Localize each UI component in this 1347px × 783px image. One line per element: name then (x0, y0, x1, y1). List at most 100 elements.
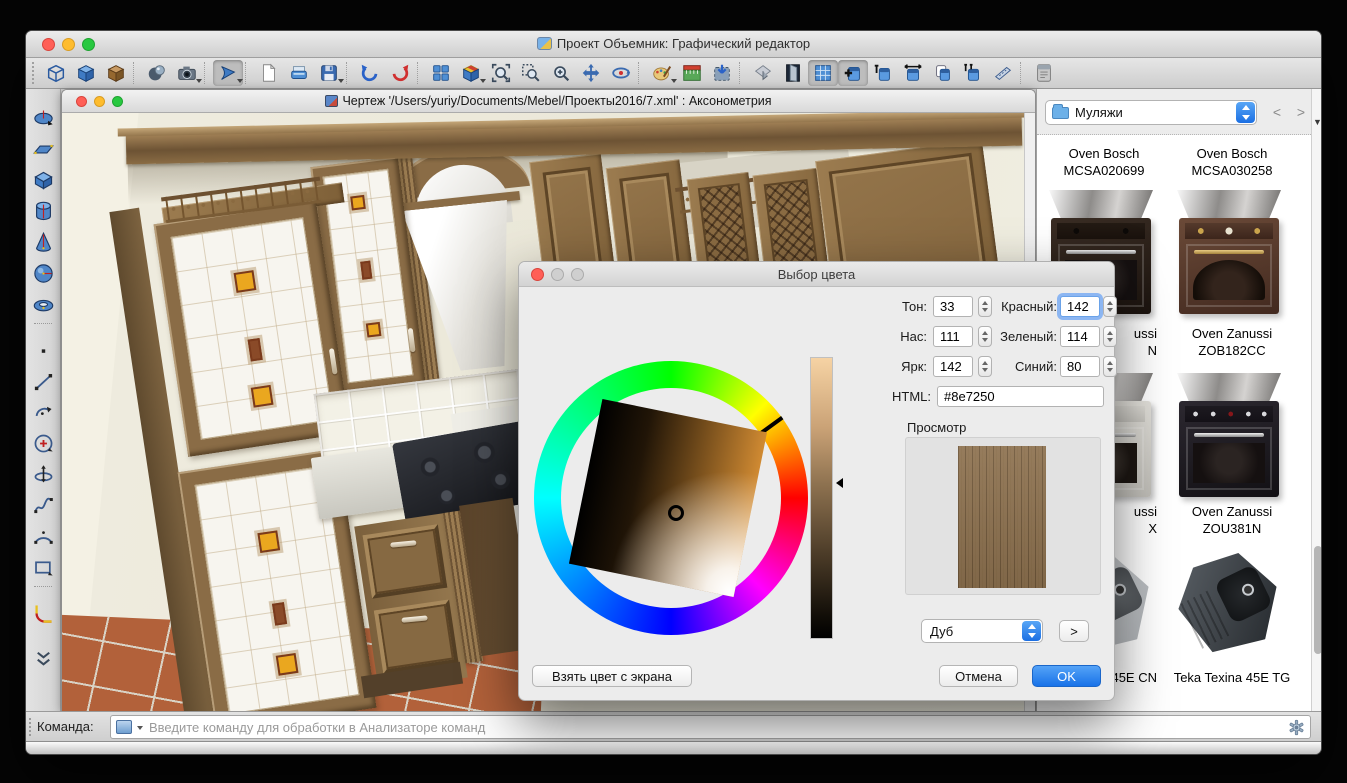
app-titlebar[interactable]: Проект Объемник: Графический редактор (26, 31, 1321, 58)
document-titlebar[interactable]: Чертеж '/Users/yuriy/Documents/Mebel/Про… (62, 90, 1035, 113)
command-history-icon[interactable] (116, 720, 132, 734)
more-tools-button[interactable] (28, 643, 58, 674)
toolbar-button-walk-view[interactable] (213, 60, 243, 86)
hue-stepper[interactable] (978, 296, 992, 317)
brightness-stepper[interactable] (978, 356, 992, 377)
tool-cone[interactable] (28, 227, 58, 258)
toolbar-button-cabinet-width[interactable] (898, 60, 928, 86)
toolbar-button-cabinet-measure[interactable] (988, 60, 1018, 86)
tool-polyline[interactable] (28, 490, 58, 521)
toolbar-button-pan[interactable] (576, 60, 606, 86)
sphere-icon (32, 262, 55, 285)
toolbar-button-paint-material[interactable] (647, 60, 677, 86)
toolbar-button-copy-cabinet[interactable] (928, 60, 958, 86)
document-title: Чертеж '/Users/yuriy/Documents/Mebel/Про… (62, 94, 1035, 108)
toolbar-button-cabinet-group[interactable] (958, 60, 988, 86)
tool-arc[interactable] (28, 521, 58, 552)
toolbar-button-zoom-in[interactable] (546, 60, 576, 86)
catalog-item-label[interactable]: Oven ZanussiZOU381N (1167, 503, 1297, 537)
saturation-stepper[interactable] (978, 326, 992, 347)
ok-button[interactable]: OK (1032, 665, 1101, 687)
product-image[interactable] (1169, 367, 1291, 505)
app-icon (537, 37, 552, 50)
html-input[interactable]: #8e7250 (937, 386, 1104, 407)
tool-circle-axis[interactable] (28, 428, 58, 459)
chevron-down-icon[interactable] (137, 726, 143, 730)
save-document-icon (318, 62, 340, 84)
tool-ellipse-disc[interactable] (28, 103, 58, 134)
tool-torus[interactable] (28, 289, 58, 320)
tool-ellipse-axis[interactable] (28, 459, 58, 490)
tool-fillet[interactable] (28, 598, 58, 629)
toolbar-button-undo[interactable] (355, 60, 385, 86)
brightness-input[interactable]: 142 (933, 356, 973, 377)
tool-prism[interactable] (28, 134, 58, 165)
material-more-button[interactable]: > (1059, 620, 1089, 642)
toolbar-button-textured-cube[interactable] (101, 60, 131, 86)
toolbar-button-new-document[interactable] (254, 60, 284, 86)
catalog-item-label[interactable]: Oven ZanussiZOB182CC (1167, 325, 1297, 359)
panel-collapse-button[interactable]: ▼ (1313, 117, 1322, 127)
material-select[interactable]: Дуб (921, 619, 1043, 643)
tool-box[interactable] (28, 165, 58, 196)
toolbar-button-catalog-book[interactable] (1029, 60, 1059, 86)
catalog-back-button[interactable]: < (1269, 104, 1285, 122)
tool-line[interactable] (28, 366, 58, 397)
toolbar-button-cabinet-properties[interactable] (868, 60, 898, 86)
color-selector-circle[interactable] (668, 505, 684, 521)
toolbar-button-add-cabinet[interactable] (838, 60, 868, 86)
tool-arc-rotate[interactable] (28, 397, 58, 428)
pick-screen-color-button[interactable]: Взять цвет с экрана (532, 665, 692, 687)
toolbar-button-solid-cube[interactable] (71, 60, 101, 86)
tool-sphere[interactable] (28, 258, 58, 289)
panel-scrollbar[interactable] (1311, 89, 1322, 711)
green-input[interactable]: 114 (1060, 326, 1100, 347)
toolbar-button-save-document[interactable] (314, 60, 344, 86)
gear-icon[interactable] (1288, 719, 1305, 736)
toolbar-button-dimensions[interactable] (677, 60, 707, 86)
toolbar-button-render-material[interactable] (142, 60, 172, 86)
blue-input[interactable]: 80 (1060, 356, 1100, 377)
tool-cylinder[interactable] (28, 196, 58, 227)
toolbar-button-redo[interactable] (385, 60, 415, 86)
tool-rectangle[interactable] (28, 552, 58, 583)
catalog-item-label[interactable]: Oven BoschMCSA030258 (1167, 145, 1297, 179)
red-input[interactable]: 142 (1060, 296, 1100, 317)
toolbar-button-import-object[interactable] (707, 60, 737, 86)
catalog-forward-button[interactable]: > (1293, 104, 1309, 122)
catalog-item-label[interactable]: Teka Texina 45E TG (1157, 669, 1307, 686)
toolbar-button-tile-windows[interactable] (426, 60, 456, 86)
cancel-button[interactable]: Отмена (939, 665, 1018, 687)
catalog-folder-select[interactable]: Муляжи (1045, 100, 1257, 125)
drag-grip-icon[interactable] (29, 718, 33, 736)
scrollbar-thumb[interactable] (1314, 546, 1322, 654)
new-document-icon (258, 62, 280, 84)
catalog-item-label[interactable]: Oven BoschMCSA020699 (1039, 145, 1169, 179)
toolbar-button-open-document[interactable] (284, 60, 314, 86)
product-image[interactable] (1169, 541, 1291, 679)
hue-input[interactable]: 33 (933, 296, 973, 317)
red-stepper[interactable] (1103, 296, 1117, 317)
cabinet-measure-icon (992, 62, 1014, 84)
toolbar-button-wireframe-cube[interactable] (41, 60, 71, 86)
brightness-marker[interactable] (836, 478, 843, 488)
tile-windows-icon (430, 62, 452, 84)
toolbar-button-camera[interactable] (172, 60, 202, 86)
saturation-input[interactable]: 111 (933, 326, 973, 347)
toolbar-button-door-opening[interactable] (778, 60, 808, 86)
toolbar-button-zoom-window[interactable] (516, 60, 546, 86)
tool-point[interactable] (28, 335, 58, 366)
green-stepper[interactable] (1103, 326, 1117, 347)
status-bar (26, 741, 1321, 755)
saturation-value-square[interactable] (569, 399, 767, 597)
command-input[interactable]: Введите команду для обработки в Анализат… (110, 715, 1311, 739)
product-image[interactable] (1169, 184, 1291, 322)
toolbar-button-orbit[interactable] (606, 60, 636, 86)
zoom-fit-icon (490, 62, 512, 84)
dialog-titlebar[interactable]: Выбор цвета (519, 262, 1114, 287)
toolbar-button-zoom-fit[interactable] (486, 60, 516, 86)
toolbar-button-view-cube[interactable] (456, 60, 486, 86)
blue-stepper[interactable] (1103, 356, 1117, 377)
toolbar-button-grid-table[interactable] (808, 60, 838, 86)
toolbar-button-section-plane[interactable] (748, 60, 778, 86)
